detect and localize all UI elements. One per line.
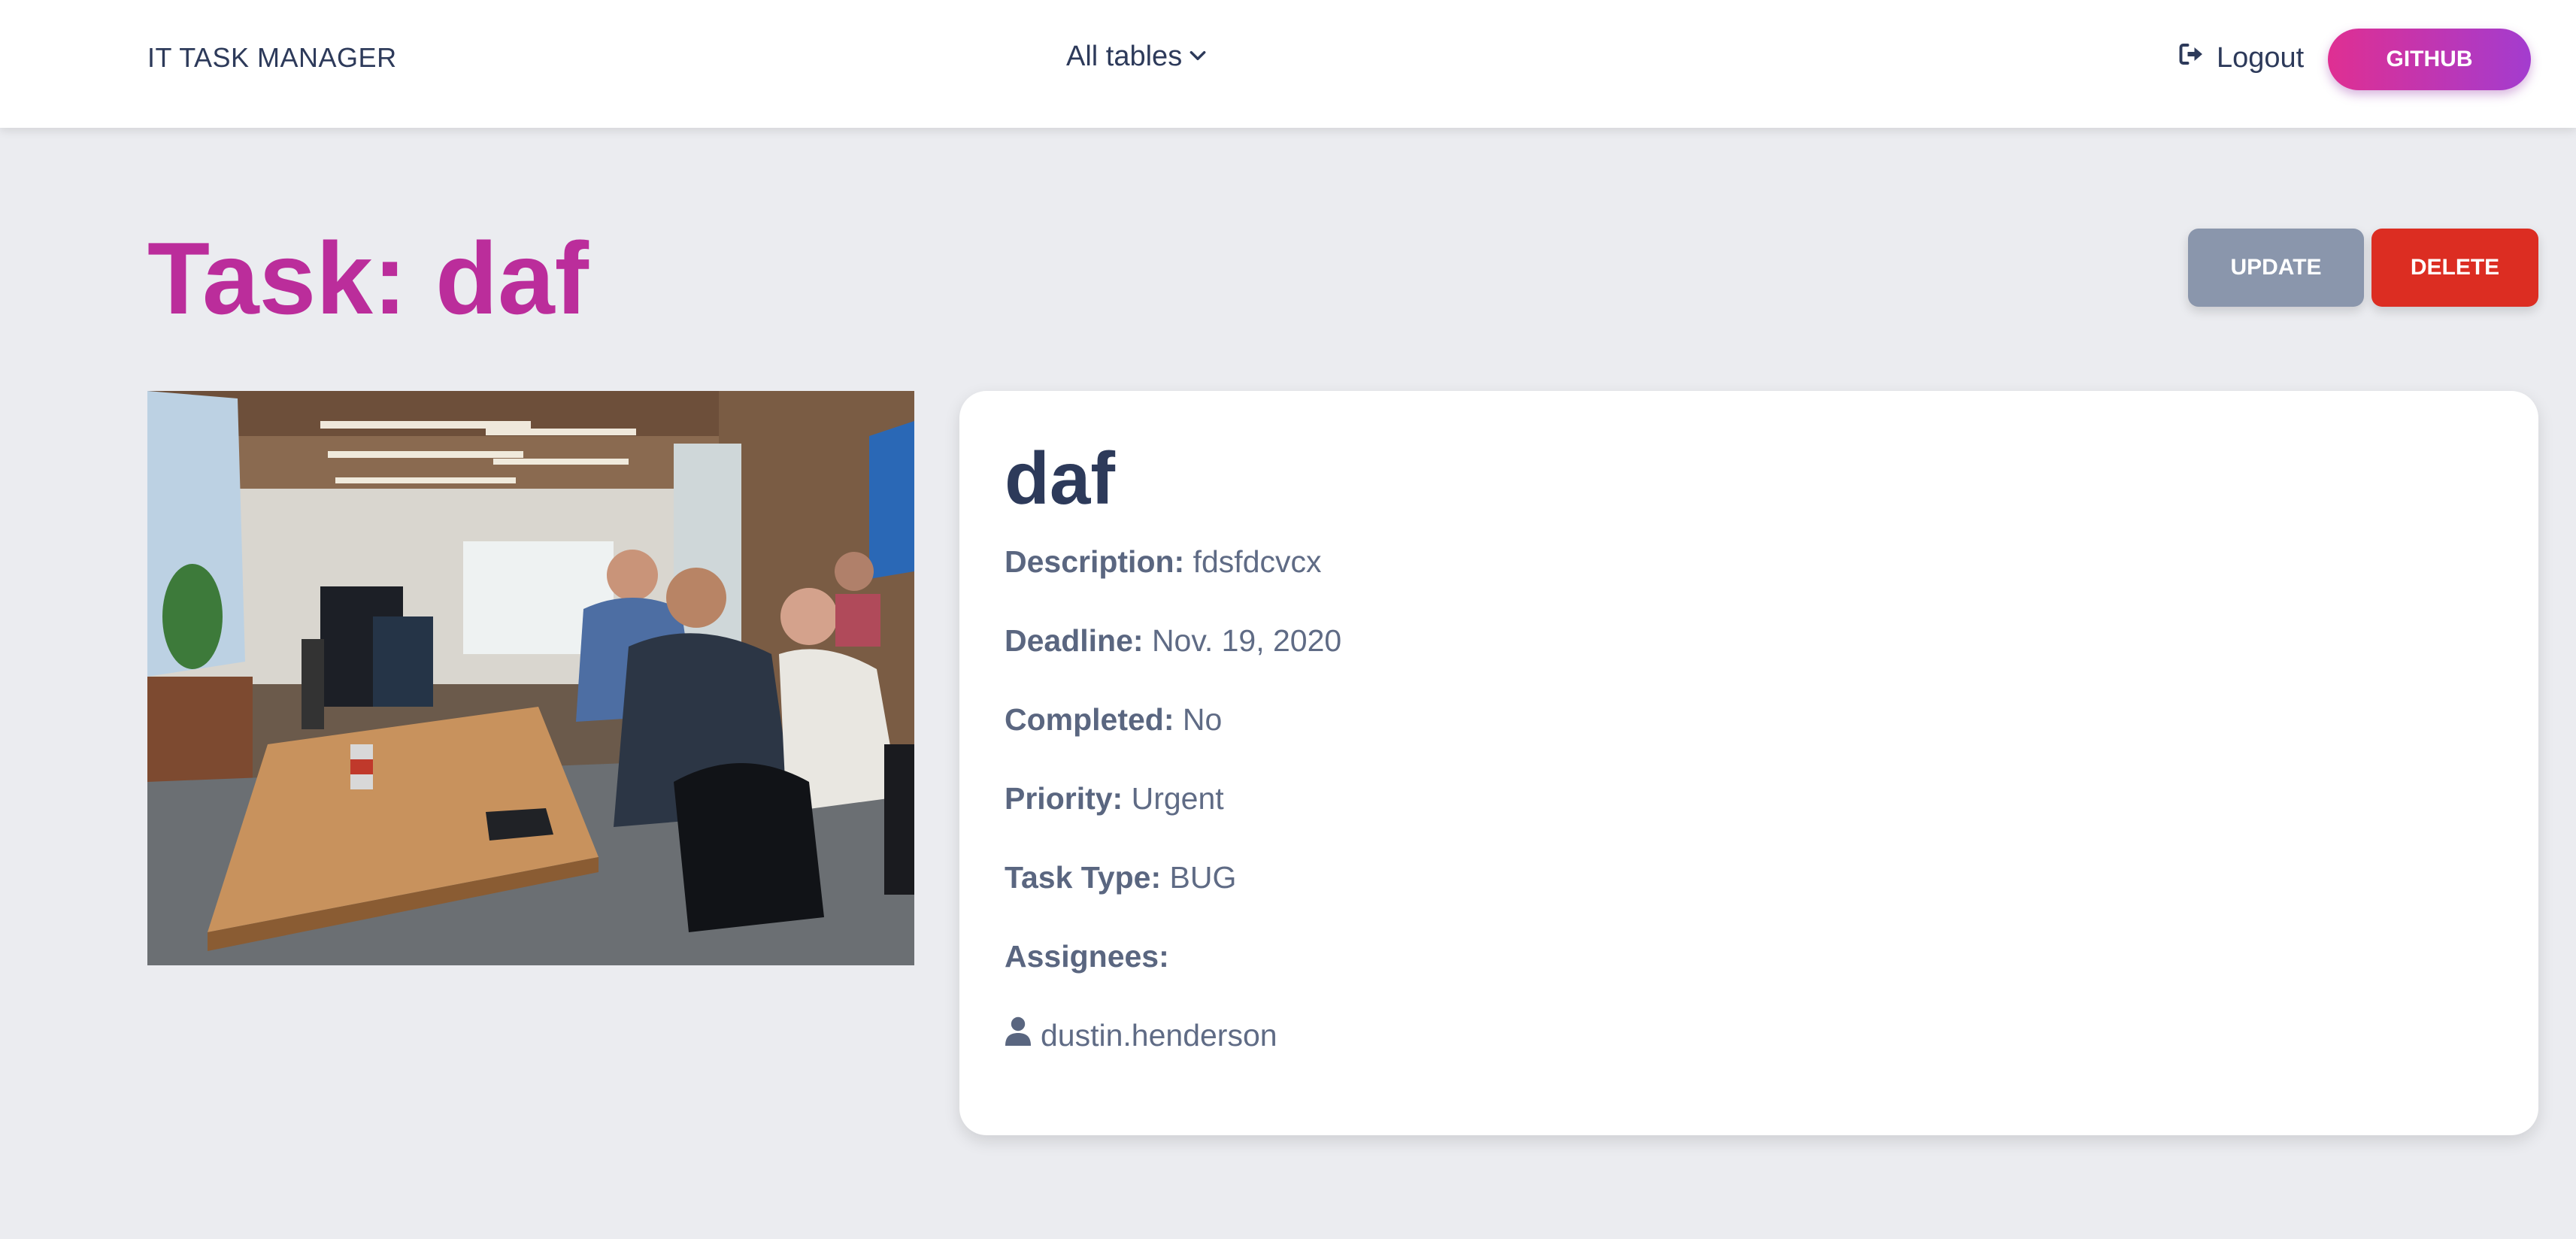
task-type-field: Task Type: BUG (1005, 860, 1236, 895)
description-value: fdsfdcvcx (1193, 544, 1322, 579)
deadline-label: Deadline: (1005, 623, 1144, 658)
logout-link[interactable]: Logout (2177, 41, 2304, 75)
deadline-field: Deadline: Nov. 19, 2020 (1005, 623, 1341, 659)
description-field: Description: fdsfdcvcx (1005, 544, 1322, 580)
update-button[interactable]: UPDATE (2188, 229, 2364, 307)
chevron-down-icon (1188, 41, 1208, 73)
deadline-value: Nov. 19, 2020 (1151, 623, 1342, 658)
task-detail-card: daf Description: fdsfdcvcx Deadline: Nov… (959, 391, 2538, 1135)
assignee-username: dustin.henderson (1041, 1017, 1277, 1053)
task-type-label: Task Type: (1005, 860, 1162, 895)
user-icon (1005, 1016, 1032, 1054)
assignees-field: Assignees: (1005, 939, 1169, 974)
completed-value: No (1182, 702, 1223, 737)
priority-label: Priority: (1005, 781, 1123, 816)
assignee-item[interactable]: dustin.henderson (1005, 1016, 1277, 1054)
sign-out-icon (2177, 41, 2205, 75)
priority-field: Priority: Urgent (1005, 781, 1224, 816)
top-navbar: IT TASK MANAGER All tables Logout GITHUB (0, 0, 2576, 128)
delete-button[interactable]: DELETE (2371, 229, 2538, 307)
page-title: Task: daf (147, 221, 589, 335)
priority-value: Urgent (1131, 781, 1224, 816)
completed-field: Completed: No (1005, 702, 1222, 738)
description-label: Description: (1005, 544, 1185, 579)
all-tables-dropdown[interactable]: All tables (1066, 41, 1208, 73)
github-button[interactable]: GITHUB (2328, 29, 2531, 90)
completed-label: Completed: (1005, 702, 1174, 737)
task-photo (147, 391, 914, 965)
assignees-label: Assignees: (1005, 939, 1169, 974)
logout-label: Logout (2217, 41, 2305, 74)
task-type-value: BUG (1169, 860, 1237, 895)
brand-link[interactable]: IT TASK MANAGER (147, 42, 397, 74)
all-tables-label: All tables (1066, 41, 1183, 72)
task-name-heading: daf (1005, 437, 1115, 520)
